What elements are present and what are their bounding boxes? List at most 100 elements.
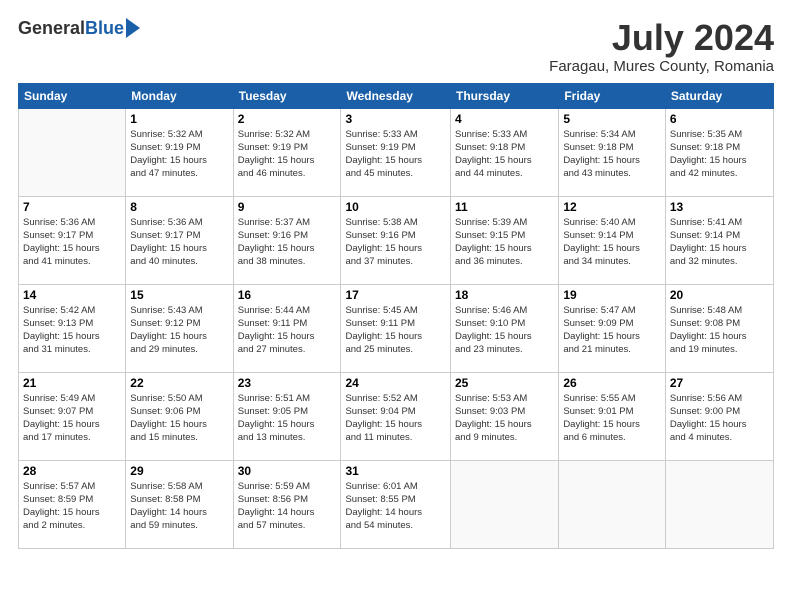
- calendar-cell: 19 Sunrise: 5:47 AM Sunset: 9:09 PM Dayli…: [559, 284, 666, 372]
- day-number: 1: [130, 112, 228, 126]
- day-number: 6: [670, 112, 769, 126]
- calendar-cell: 24 Sunrise: 5:52 AM Sunset: 9:04 PM Dayli…: [341, 372, 451, 460]
- calendar-header-monday: Monday: [126, 83, 233, 108]
- logo-general: General: [18, 18, 85, 39]
- calendar-cell: 23 Sunrise: 5:51 AM Sunset: 9:05 PM Dayli…: [233, 372, 341, 460]
- logo-blue: Blue: [85, 18, 124, 39]
- calendar-header-friday: Friday: [559, 83, 666, 108]
- calendar-cell: [19, 108, 126, 196]
- day-number: 17: [345, 288, 446, 302]
- day-number: 13: [670, 200, 769, 214]
- day-info: Sunrise: 5:33 AM Sunset: 9:18 PM Dayligh…: [455, 128, 554, 181]
- calendar: SundayMondayTuesdayWednesdayThursdayFrid…: [18, 83, 774, 549]
- day-number: 15: [130, 288, 228, 302]
- day-info: Sunrise: 5:36 AM Sunset: 9:17 PM Dayligh…: [130, 216, 228, 269]
- day-number: 16: [238, 288, 337, 302]
- day-info: Sunrise: 5:56 AM Sunset: 9:00 PM Dayligh…: [670, 392, 769, 445]
- calendar-cell: 8 Sunrise: 5:36 AM Sunset: 9:17 PM Daylig…: [126, 196, 233, 284]
- day-info: Sunrise: 5:40 AM Sunset: 9:14 PM Dayligh…: [563, 216, 661, 269]
- calendar-cell: 1 Sunrise: 5:32 AM Sunset: 9:19 PM Daylig…: [126, 108, 233, 196]
- calendar-header-thursday: Thursday: [451, 83, 559, 108]
- header: General Blue July 2024 Faragau, Mures Co…: [18, 18, 774, 75]
- calendar-cell: 11 Sunrise: 5:39 AM Sunset: 9:15 PM Dayli…: [451, 196, 559, 284]
- day-number: 28: [23, 464, 121, 478]
- calendar-cell: 18Sunrise: 5:46 AM Sunset: 9:10 PM Dayli…: [451, 284, 559, 372]
- calendar-cell: 6Sunrise: 5:35 AM Sunset: 9:18 PM Daylig…: [665, 108, 773, 196]
- calendar-header-sunday: Sunday: [19, 83, 126, 108]
- calendar-week-row: 21 Sunrise: 5:49 AM Sunset: 9:07 PM Dayli…: [19, 372, 774, 460]
- calendar-cell: [451, 460, 559, 548]
- day-number: 4: [455, 112, 554, 126]
- calendar-cell: [665, 460, 773, 548]
- calendar-cell: 25 Sunrise: 5:53 AM Sunset: 9:03 PM Dayli…: [451, 372, 559, 460]
- day-info: Sunrise: 5:33 AM Sunset: 9:19 PM Dayligh…: [345, 128, 446, 181]
- day-info: Sunrise: 5:41 AM Sunset: 9:14 PM Dayligh…: [670, 216, 769, 269]
- day-info: Sunrise: 5:36 AM Sunset: 9:17 PM Dayligh…: [23, 216, 121, 269]
- day-number: 19: [563, 288, 661, 302]
- day-info: Sunrise: 5:53 AM Sunset: 9:03 PM Dayligh…: [455, 392, 554, 445]
- calendar-week-row: 1 Sunrise: 5:32 AM Sunset: 9:19 PM Daylig…: [19, 108, 774, 196]
- day-info: Sunrise: 5:39 AM Sunset: 9:15 PM Dayligh…: [455, 216, 554, 269]
- day-number: 20: [670, 288, 769, 302]
- calendar-week-row: 14 Sunrise: 5:42 AM Sunset: 9:13 PM Dayli…: [19, 284, 774, 372]
- calendar-cell: 14 Sunrise: 5:42 AM Sunset: 9:13 PM Dayli…: [19, 284, 126, 372]
- calendar-cell: 26 Sunrise: 5:55 AM Sunset: 9:01 PM Dayli…: [559, 372, 666, 460]
- day-number: 29: [130, 464, 228, 478]
- calendar-cell: 30Sunrise: 5:59 AM Sunset: 8:56 PM Dayli…: [233, 460, 341, 548]
- day-number: 11: [455, 200, 554, 214]
- calendar-cell: 12 Sunrise: 5:40 AM Sunset: 9:14 PM Dayli…: [559, 196, 666, 284]
- calendar-cell: 27Sunrise: 5:56 AM Sunset: 9:00 PM Dayli…: [665, 372, 773, 460]
- calendar-cell: 17 Sunrise: 5:45 AM Sunset: 9:11 PM Dayli…: [341, 284, 451, 372]
- day-info: Sunrise: 5:47 AM Sunset: 9:09 PM Dayligh…: [563, 304, 661, 357]
- calendar-week-row: 28Sunrise: 5:57 AM Sunset: 8:59 PM Dayli…: [19, 460, 774, 548]
- calendar-cell: 3 Sunrise: 5:33 AM Sunset: 9:19 PM Daylig…: [341, 108, 451, 196]
- day-number: 8: [130, 200, 228, 214]
- calendar-cell: 21 Sunrise: 5:49 AM Sunset: 9:07 PM Dayli…: [19, 372, 126, 460]
- calendar-cell: 16Sunrise: 5:44 AM Sunset: 9:11 PM Dayli…: [233, 284, 341, 372]
- day-info: Sunrise: 5:59 AM Sunset: 8:56 PM Dayligh…: [238, 480, 337, 533]
- day-info: Sunrise: 5:42 AM Sunset: 9:13 PM Dayligh…: [23, 304, 121, 357]
- day-info: Sunrise: 5:51 AM Sunset: 9:05 PM Dayligh…: [238, 392, 337, 445]
- calendar-cell: [559, 460, 666, 548]
- day-info: Sunrise: 5:45 AM Sunset: 9:11 PM Dayligh…: [345, 304, 446, 357]
- day-number: 18: [455, 288, 554, 302]
- calendar-cell: 20 Sunrise: 5:48 AM Sunset: 9:08 PM Dayli…: [665, 284, 773, 372]
- calendar-cell: 5 Sunrise: 5:34 AM Sunset: 9:18 PM Daylig…: [559, 108, 666, 196]
- calendar-cell: 7Sunrise: 5:36 AM Sunset: 9:17 PM Daylig…: [19, 196, 126, 284]
- day-number: 3: [345, 112, 446, 126]
- day-number: 14: [23, 288, 121, 302]
- calendar-cell: 15 Sunrise: 5:43 AM Sunset: 9:12 PM Dayli…: [126, 284, 233, 372]
- calendar-cell: 4 Sunrise: 5:33 AM Sunset: 9:18 PM Daylig…: [451, 108, 559, 196]
- logo: General Blue: [18, 18, 140, 39]
- day-info: Sunrise: 5:48 AM Sunset: 9:08 PM Dayligh…: [670, 304, 769, 357]
- day-number: 25: [455, 376, 554, 390]
- calendar-header-row: SundayMondayTuesdayWednesdayThursdayFrid…: [19, 83, 774, 108]
- day-number: 22: [130, 376, 228, 390]
- day-number: 2: [238, 112, 337, 126]
- day-number: 26: [563, 376, 661, 390]
- day-info: Sunrise: 5:50 AM Sunset: 9:06 PM Dayligh…: [130, 392, 228, 445]
- page: General Blue July 2024 Faragau, Mures Co…: [0, 0, 792, 612]
- day-info: Sunrise: 6:01 AM Sunset: 8:55 PM Dayligh…: [345, 480, 446, 533]
- day-info: Sunrise: 5:32 AM Sunset: 9:19 PM Dayligh…: [130, 128, 228, 181]
- calendar-header-saturday: Saturday: [665, 83, 773, 108]
- calendar-cell: 28Sunrise: 5:57 AM Sunset: 8:59 PM Dayli…: [19, 460, 126, 548]
- day-info: Sunrise: 5:52 AM Sunset: 9:04 PM Dayligh…: [345, 392, 446, 445]
- day-info: Sunrise: 5:34 AM Sunset: 9:18 PM Dayligh…: [563, 128, 661, 181]
- day-number: 24: [345, 376, 446, 390]
- calendar-header-tuesday: Tuesday: [233, 83, 341, 108]
- day-info: Sunrise: 5:43 AM Sunset: 9:12 PM Dayligh…: [130, 304, 228, 357]
- calendar-week-row: 7Sunrise: 5:36 AM Sunset: 9:17 PM Daylig…: [19, 196, 774, 284]
- calendar-cell: 9Sunrise: 5:37 AM Sunset: 9:16 PM Daylig…: [233, 196, 341, 284]
- calendar-header-wednesday: Wednesday: [341, 83, 451, 108]
- day-info: Sunrise: 5:55 AM Sunset: 9:01 PM Dayligh…: [563, 392, 661, 445]
- day-number: 12: [563, 200, 661, 214]
- day-info: Sunrise: 5:49 AM Sunset: 9:07 PM Dayligh…: [23, 392, 121, 445]
- day-number: 10: [345, 200, 446, 214]
- day-number: 21: [23, 376, 121, 390]
- title-block: July 2024 Faragau, Mures County, Romania: [549, 18, 774, 75]
- day-number: 5: [563, 112, 661, 126]
- day-number: 23: [238, 376, 337, 390]
- day-number: 31: [345, 464, 446, 478]
- calendar-cell: 2Sunrise: 5:32 AM Sunset: 9:19 PM Daylig…: [233, 108, 341, 196]
